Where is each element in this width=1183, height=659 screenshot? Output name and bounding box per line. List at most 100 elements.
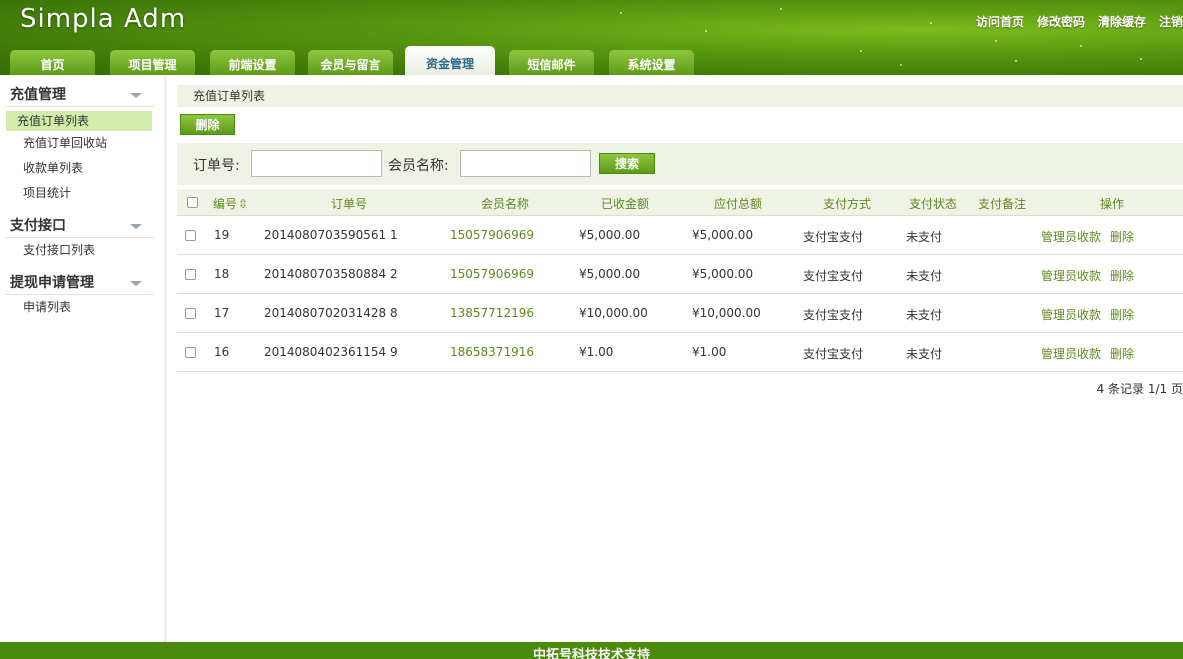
tab-home[interactable]: 首页 (10, 50, 95, 75)
table-row: 17 2014080702031428 8 13857712196 ¥10,00… (177, 294, 1183, 333)
column-order: 订单号 (331, 197, 368, 211)
member-label: 会员名称: (388, 158, 449, 174)
tab-finance[interactable]: 资金管理 (405, 46, 495, 75)
delete-button[interactable]: 删除 (180, 114, 235, 135)
cell-order: 2014080703590561 1 (264, 228, 398, 242)
tab-system-settings[interactable]: 系统设置 (609, 50, 694, 75)
sidebar-item-application-list[interactable]: 申请列表 (6, 295, 152, 320)
sidebar-group-title: 充值管理 (10, 87, 66, 103)
cell-member[interactable]: 15057906969 (450, 267, 534, 281)
cell-total: ¥1.00 (692, 345, 727, 359)
row-checkbox[interactable] (185, 230, 196, 241)
search-bar: 订单号: 会员名称: 搜索 (177, 143, 1183, 185)
cell-pay-method: 支付宝支付 (803, 347, 864, 361)
column-pay-method: 支付方式 (823, 197, 872, 211)
sparkle (780, 8, 782, 10)
link-visit-home[interactable]: 访问首页 (976, 13, 1024, 30)
cell-order: 2014080703580884 2 (264, 267, 398, 281)
column-received: 已收金额 (601, 197, 650, 211)
row-delete-link[interactable]: 删除 (1110, 267, 1134, 284)
chevron-down-icon[interactable] (130, 224, 142, 229)
sparkle (930, 22, 932, 24)
sidebar-item-payment-list[interactable]: 支付接口列表 (6, 238, 152, 263)
column-id[interactable]: 编号⇳ (213, 195, 248, 212)
sidebar-group-withdraw[interactable]: 提现申请管理 (5, 263, 154, 295)
cell-total: ¥10,000.00 (692, 306, 761, 320)
sidebar-group-payment[interactable]: 支付接口 (5, 206, 154, 238)
cell-order: 2014080402361154 9 (264, 345, 398, 359)
admin-collect-link[interactable]: 管理员收款 (1041, 267, 1101, 284)
cell-id: 18 (214, 267, 230, 281)
sparkle (620, 12, 622, 14)
sparkle (705, 30, 707, 32)
order-label: 订单号: (193, 158, 240, 174)
cell-received: ¥10,000.00 (579, 306, 648, 320)
cell-received: ¥5,000.00 (579, 267, 641, 281)
table-row: 16 2014080402361154 9 18658371916 ¥1.00 … (177, 333, 1183, 372)
cell-pay-method: 支付宝支付 (803, 230, 864, 244)
column-pay-status: 支付状态 (909, 197, 958, 211)
column-total: 应付总额 (714, 197, 763, 211)
cell-total: ¥5,000.00 (692, 267, 754, 281)
sidebar-item-project-stats[interactable]: 项目统计 (6, 181, 152, 206)
sidebar-item-recharge-orders[interactable]: 充值订单列表 (6, 111, 152, 131)
admin-collect-link[interactable]: 管理员收款 (1041, 306, 1101, 323)
orders-table: 编号⇳ 订单号 会员名称 已收金额 应付总额 支付方式 支付状态 支付备注 操作… (177, 189, 1183, 372)
cell-id: 17 (214, 306, 230, 320)
member-input[interactable] (460, 150, 591, 177)
admin-collect-link[interactable]: 管理员收款 (1041, 228, 1101, 245)
cell-received: ¥5,000.00 (579, 228, 641, 242)
link-clear-cache[interactable]: 清除缓存 (1098, 13, 1146, 30)
row-delete-link[interactable]: 删除 (1110, 345, 1134, 362)
cell-pay-method: 支付宝支付 (803, 269, 864, 283)
cell-member[interactable]: 18658371916 (450, 345, 534, 359)
logo: Simpla Admi (20, 4, 185, 34)
sidebar: 充值管理 充值订单列表 充值订单回收站 收款单列表 项目统计 支付接口 支付接口… (0, 75, 167, 642)
sparkle (860, 50, 862, 52)
sidebar-item-recharge-recycle[interactable]: 充值订单回收站 (6, 131, 152, 156)
pagination: 4 条记录 1/1 页 (1096, 382, 1183, 396)
cell-member[interactable]: 13857712196 (450, 306, 534, 320)
chevron-down-icon[interactable] (130, 281, 142, 286)
table-header: 编号⇳ 订单号 会员名称 已收金额 应付总额 支付方式 支付状态 支付备注 操作 (177, 189, 1183, 216)
sparkle (1015, 60, 1017, 62)
tab-sms-email[interactable]: 短信邮件 (509, 50, 594, 75)
select-all-checkbox[interactable] (187, 197, 198, 208)
cell-pay-status: 未支付 (906, 230, 943, 244)
table-row: 19 2014080703590561 1 15057906969 ¥5,000… (177, 216, 1183, 255)
admin-collect-link[interactable]: 管理员收款 (1041, 345, 1101, 362)
row-delete-link[interactable]: 删除 (1110, 228, 1134, 245)
cell-pay-method: 支付宝支付 (803, 308, 864, 322)
cell-received: ¥1.00 (579, 345, 614, 359)
column-member: 会员名称 (481, 197, 530, 211)
cell-id: 16 (214, 345, 230, 359)
sidebar-group-title: 提现申请管理 (10, 275, 94, 291)
sidebar-group-recharge[interactable]: 充值管理 (5, 75, 154, 107)
tab-members-messages[interactable]: 会员与留言 (308, 50, 393, 75)
link-logout[interactable]: 注销 (1159, 13, 1183, 30)
search-button[interactable]: 搜索 (599, 153, 655, 174)
sparkle (1140, 58, 1142, 60)
tab-projects[interactable]: 项目管理 (110, 50, 195, 75)
column-id-label: 编号 (213, 197, 238, 211)
sparkle (900, 64, 902, 66)
sparkle (1080, 45, 1082, 47)
cell-order: 2014080702031428 8 (264, 306, 398, 320)
sort-icon[interactable]: ⇳ (238, 197, 248, 211)
top-links: 访问首页 修改密码 清除缓存 注销 (976, 13, 1183, 30)
header: Simpla Admi 访问首页 修改密码 清除缓存 注销 首页 项目管理 前端… (0, 0, 1183, 75)
tab-frontend-settings[interactable]: 前端设置 (210, 50, 295, 75)
cell-pay-status: 未支付 (906, 269, 943, 283)
cell-pay-status: 未支付 (906, 347, 943, 361)
chevron-down-icon[interactable] (130, 93, 142, 98)
row-checkbox[interactable] (185, 308, 196, 319)
row-checkbox[interactable] (185, 269, 196, 280)
order-input[interactable] (251, 150, 382, 177)
cell-member[interactable]: 15057906969 (450, 228, 534, 242)
link-change-password[interactable]: 修改密码 (1037, 13, 1085, 30)
row-delete-link[interactable]: 删除 (1110, 306, 1134, 323)
row-checkbox[interactable] (185, 347, 196, 358)
sidebar-item-receipts[interactable]: 收款单列表 (6, 156, 152, 181)
sparkle (995, 40, 997, 42)
cell-pay-status: 未支付 (906, 308, 943, 322)
